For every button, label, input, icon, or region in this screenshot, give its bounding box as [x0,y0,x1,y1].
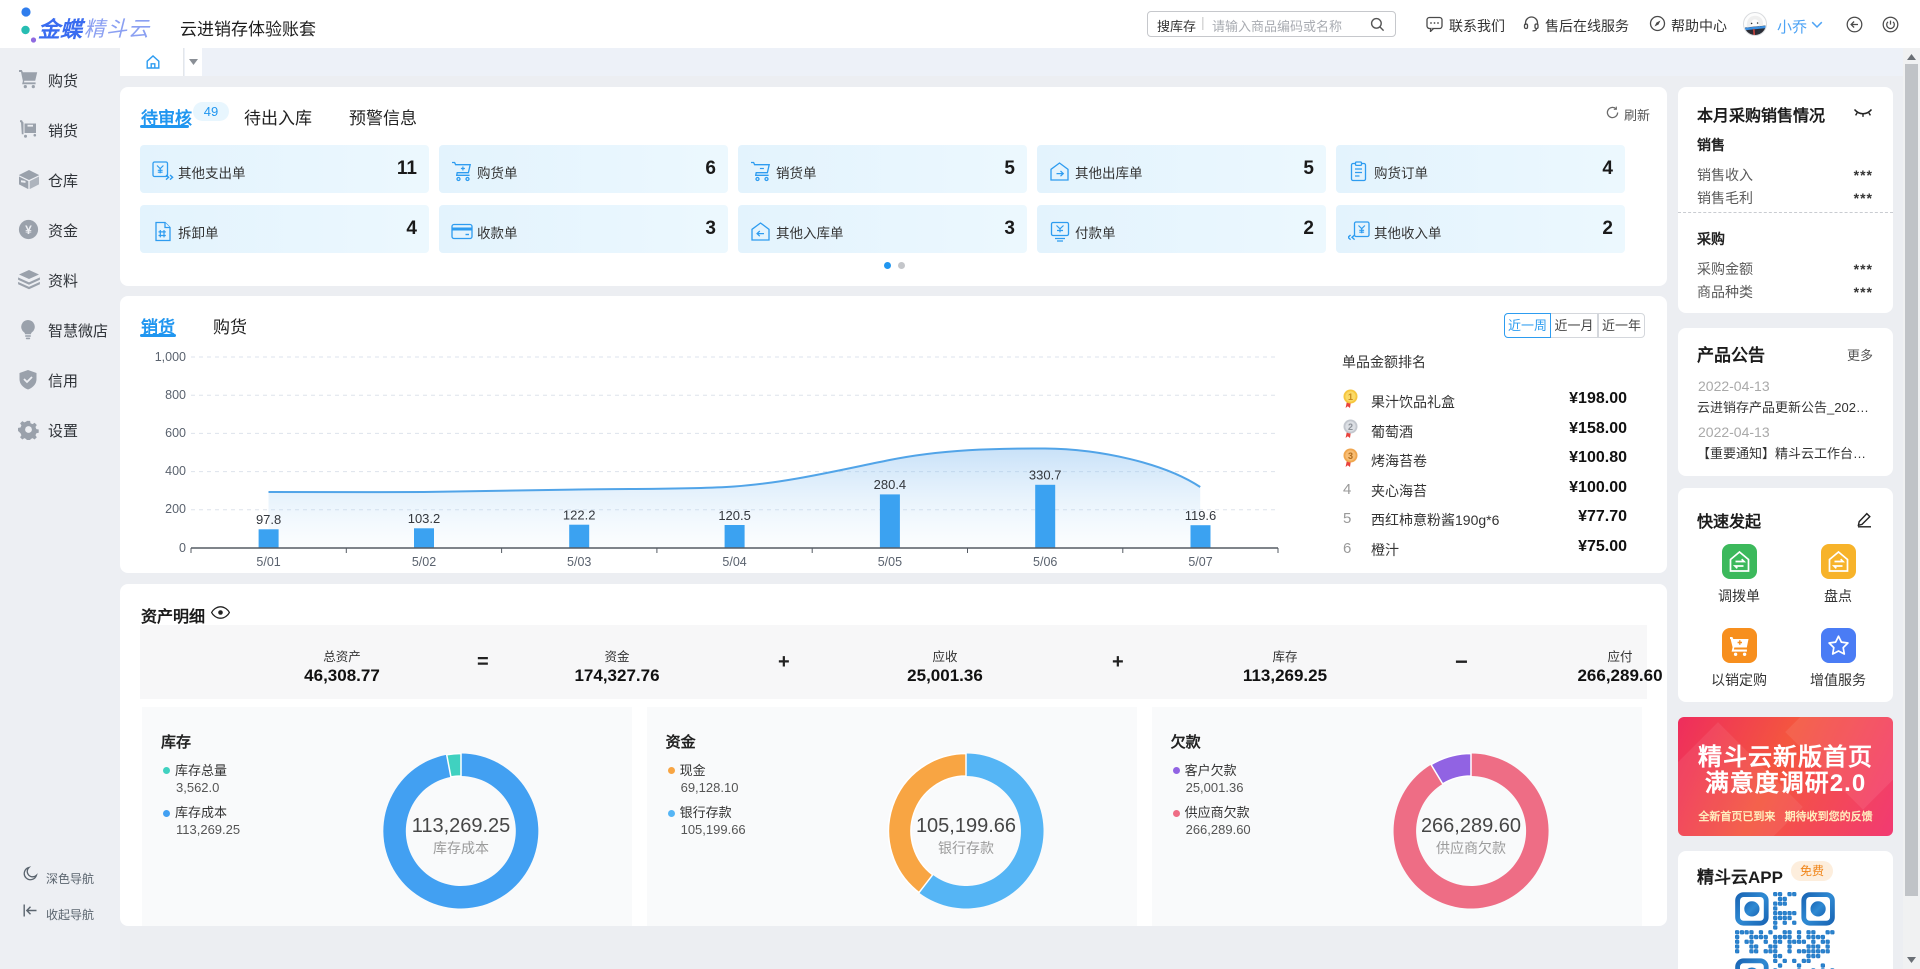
svg-text:库存成本: 库存成本 [433,840,489,856]
svg-text:1,000: 1,000 [155,350,186,364]
svg-text:5/03: 5/03 [567,555,591,569]
svg-text:银行存款: 银行存款 [938,840,994,856]
svg-text:0: 0 [179,541,186,555]
svg-text:5/01: 5/01 [256,555,280,569]
svg-text:5/06: 5/06 [1033,555,1057,569]
svg-text:600: 600 [165,426,186,440]
svg-text:800: 800 [165,388,186,402]
svg-text:97.8: 97.8 [256,512,281,527]
svg-text:供应商欠款: 供应商欠款 [1436,840,1506,856]
svg-text:280.4: 280.4 [874,477,907,492]
svg-text:400: 400 [165,464,186,478]
svg-text:113,269.25: 113,269.25 [412,815,511,837]
svg-text:3: 3 [1348,451,1353,461]
svg-text:5/02: 5/02 [412,555,436,569]
svg-text:2: 2 [1348,422,1353,432]
svg-text:5/05: 5/05 [878,555,902,569]
svg-text:105,199.66: 105,199.66 [916,815,1016,837]
svg-text:120.5: 120.5 [718,508,751,523]
svg-text:1: 1 [1348,392,1353,402]
svg-text:122.2: 122.2 [563,508,596,523]
svg-text:¥: ¥ [25,223,32,237]
svg-text:103.2: 103.2 [408,511,441,526]
svg-text:200: 200 [165,502,186,516]
svg-text:330.7: 330.7 [1029,468,1062,483]
svg-text:266,289.60: 266,289.60 [1421,815,1521,837]
svg-text:119.6: 119.6 [1185,508,1217,523]
svg-text:5/07: 5/07 [1188,555,1212,569]
svg-text:5/04: 5/04 [722,555,746,569]
